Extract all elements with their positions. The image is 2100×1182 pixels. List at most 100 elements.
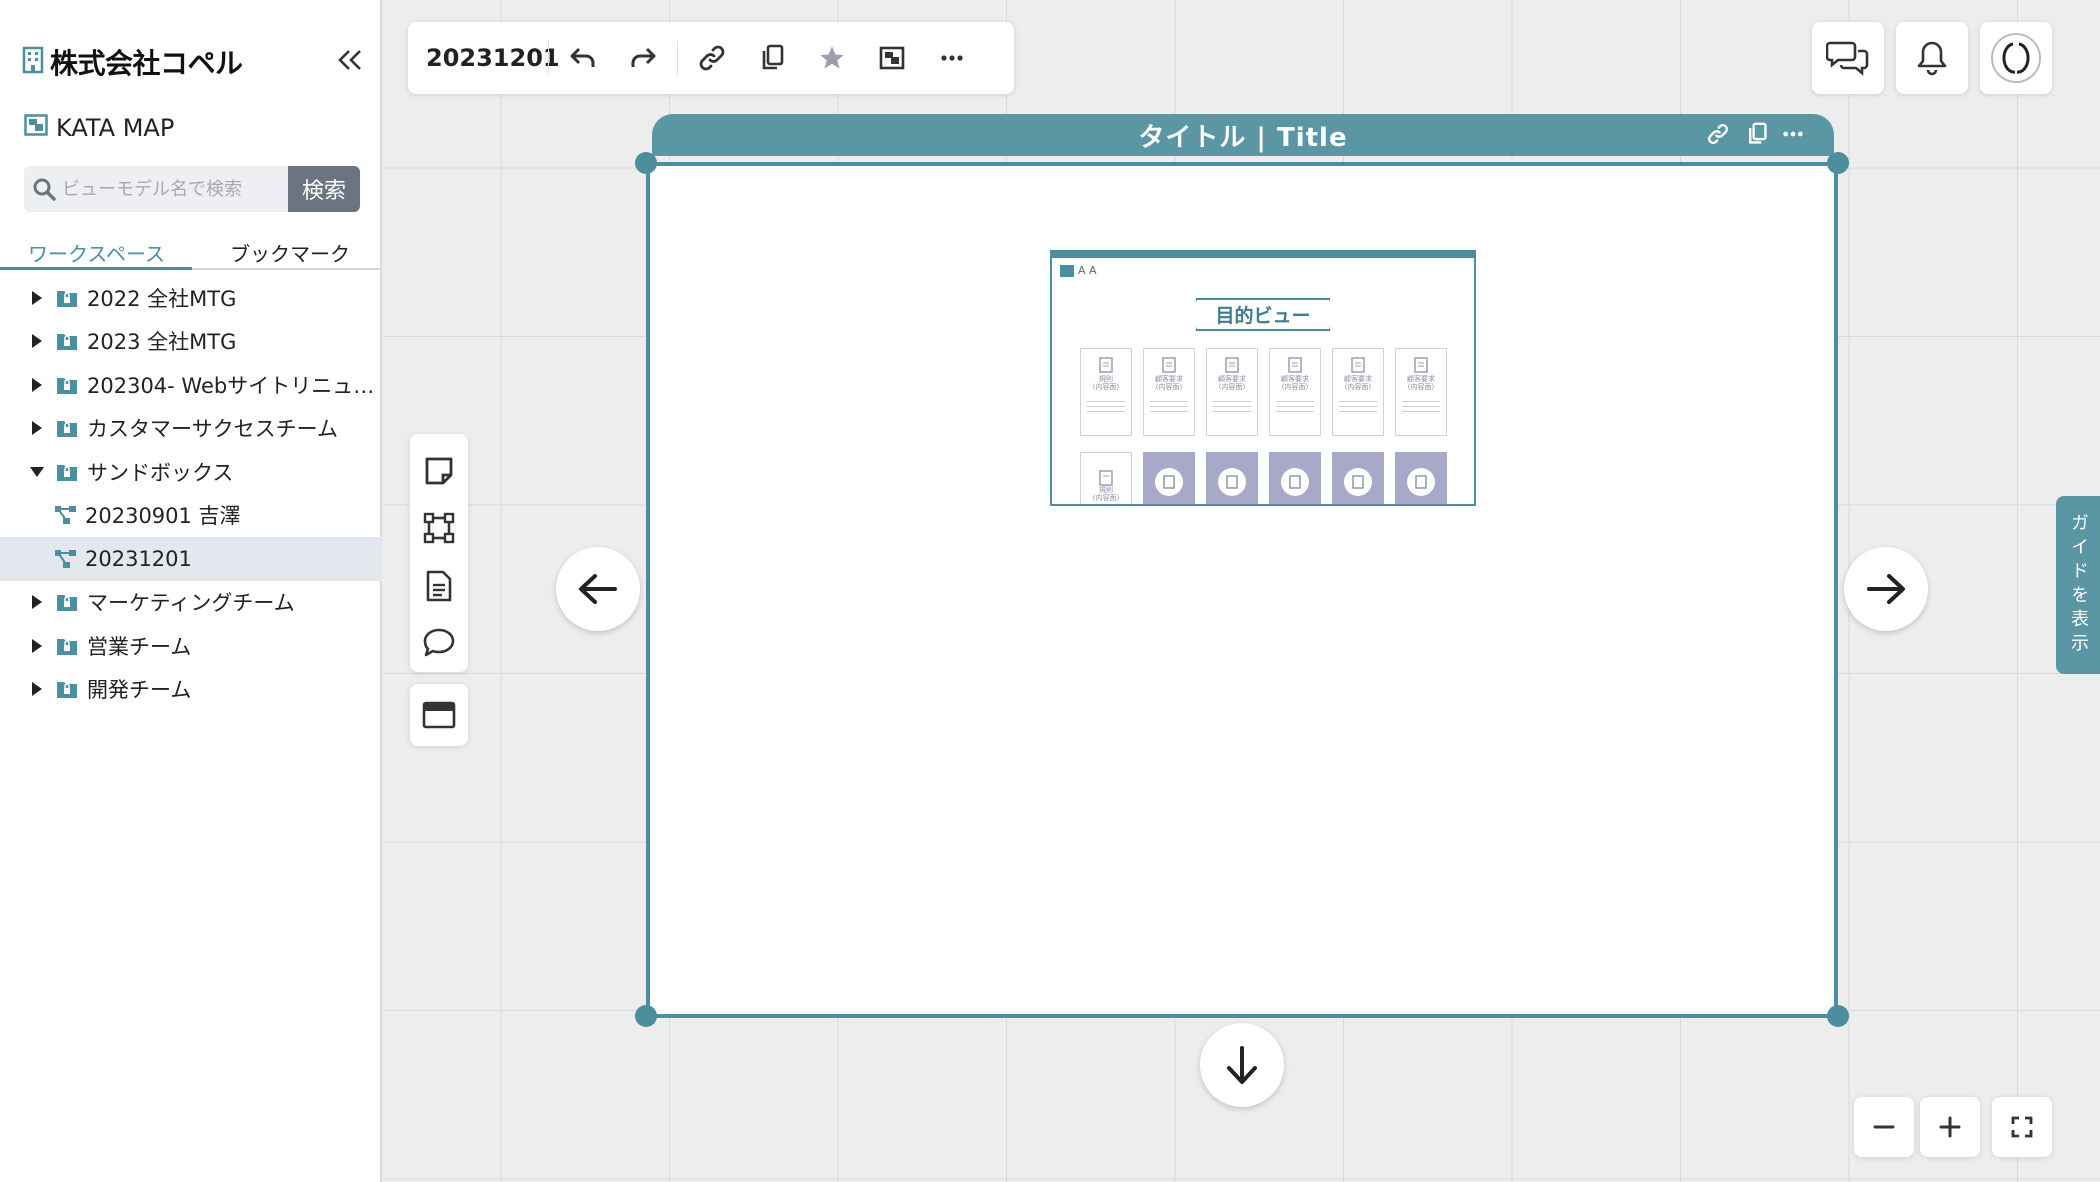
thumbnail-card: 規則 (内容面) [1080,452,1132,504]
workspace-tree: 2022 全社MTG 2023 全社MTG 202304- Webサイトリニュ…… [0,276,382,711]
navigate-right-button[interactable] [1844,547,1928,631]
tree-item-label: 202304- Webサイトリニュ… [87,373,375,398]
user-avatar-button[interactable] [1980,22,2052,94]
zoom-out-button[interactable] [1854,1097,1914,1157]
tree-folder[interactable]: 開発チーム [0,668,382,712]
top-toolbar: 20231201 [408,22,1014,94]
link-button[interactable] [682,28,742,88]
avatar [1991,33,2041,83]
document-tool[interactable] [414,557,464,615]
search-input[interactable] [62,178,282,200]
caret-right-icon[interactable] [28,377,46,393]
thumbnail-tool-label: A A [1078,264,1097,277]
navigate-down-button[interactable] [1200,1023,1284,1107]
card-lines [1087,397,1125,412]
navigate-left-button[interactable] [556,547,640,631]
comments-button[interactable] [1812,22,1884,94]
image-export-button[interactable] [862,28,922,88]
more-options-button[interactable] [922,28,982,88]
resize-handle-bottom-right[interactable] [1827,1005,1849,1027]
resize-handle-top-left[interactable] [635,152,657,174]
locked-folder-icon [56,418,78,438]
notifications-button[interactable] [1896,22,1968,94]
thumbnail-card-label: 顧客要求 (内容面) [1155,375,1183,392]
undo-button[interactable] [553,28,613,88]
kata-map-link[interactable]: KATA MAP [24,114,174,142]
tree-folder[interactable]: マーケティングチーム [0,581,382,625]
zoom-in-button[interactable] [1920,1097,1980,1157]
tree-item-label: 20230901 吉澤 [85,504,241,529]
redo-button[interactable] [613,28,673,88]
copy-button[interactable] [742,28,802,88]
frame-title[interactable]: タイトル | Title [1138,117,1347,154]
thumbnail-card: 規則 (内容面) [1080,348,1132,436]
view-thumbnail[interactable]: A A 目的ビュー 規則 (内容面) 顧客要求 (内容面) 顧客要求 (内容面)… [1050,250,1476,506]
plus-icon [1939,1116,1961,1138]
document-icon [1162,357,1176,373]
tree-folder[interactable]: 202304- Webサイトリニュ… [0,363,382,407]
card-lines [1339,397,1377,412]
tree-folder[interactable]: 2022 全社MTG [0,276,382,320]
resize-handle-top-right[interactable] [1827,152,1849,174]
search-bar: 検索 [24,166,360,212]
sidebar-tabs: ワークスペース ブックマーク [0,232,382,270]
map-icon [24,114,48,142]
thumbnail-card-filled [1206,452,1258,504]
kata-map-label: KATA MAP [56,114,175,142]
sticky-note-icon [425,457,453,485]
thumbnail-title-wrap: 目的ビュー [1052,298,1474,331]
frame-tool[interactable] [414,500,464,558]
tree-folder[interactable]: 営業チーム [0,624,382,668]
document-circle-icon [1281,468,1309,496]
thumbnail-card-filled [1143,452,1195,504]
thumbnail-card: 顧客要求 (内容面) [1143,348,1195,436]
tree-folder[interactable]: サンドボックス [0,450,382,494]
document-icon [1414,357,1428,373]
document-title[interactable]: 20231201 [426,44,560,72]
fit-to-screen-button[interactable] [1992,1097,2052,1157]
tree-view-item-selected[interactable]: 20231201 [0,537,382,581]
toolbar-divider [548,41,549,75]
caret-right-icon[interactable] [28,594,46,610]
window-tool[interactable] [410,684,468,746]
frame-copy-icon[interactable] [1746,122,1768,146]
thumbnail-card: 顧客要求 (内容面) [1332,348,1384,436]
document-icon [1099,357,1113,373]
card-lines [1402,397,1440,412]
favorite-button[interactable] [802,28,862,88]
comment-tool[interactable] [414,615,464,673]
redo-icon [631,47,656,67]
sticky-note-tool[interactable] [414,442,464,500]
more-icon [941,55,963,61]
image-icon [879,46,905,70]
locked-folder-icon [56,636,78,656]
caret-right-icon[interactable] [28,420,46,436]
frame-header[interactable]: タイトル | Title [652,114,1834,156]
caret-right-icon[interactable] [28,638,46,654]
document-circle-icon [1344,468,1372,496]
active-tab-indicator [0,267,192,270]
tree-view-item[interactable]: 20230901 吉澤 [0,494,382,538]
search-button[interactable]: 検索 [288,166,360,212]
tree-item-label: 開発チーム [87,678,192,703]
collapse-sidebar-button[interactable] [330,40,370,80]
document-circle-icon [1407,468,1435,496]
show-guide-tab[interactable]: ガイドを表示 [2056,496,2100,674]
tree-folder[interactable]: カスタマーサクセスチーム [0,407,382,451]
tree-folder[interactable]: 2023 全社MTG [0,320,382,364]
tree-item-label: 2022 全社MTG [87,286,237,311]
document-icon [1099,469,1113,486]
tree-item-label: 2023 全社MTG [87,330,237,355]
frame-more-icon[interactable] [1782,122,1804,146]
tab-bookmark[interactable]: ブックマーク [230,238,350,275]
caret-right-icon[interactable] [28,333,46,349]
resize-handle-bottom-left[interactable] [635,1005,657,1027]
caret-right-icon[interactable] [28,290,46,306]
frame-link-icon[interactable] [1704,122,1732,146]
chat-bubbles-icon [1826,41,1869,76]
caret-right-icon[interactable] [28,681,46,697]
caret-down-icon[interactable] [28,466,46,478]
building-icon [22,46,44,78]
thumbnail-card-row: 規則 (内容面) 顧客要求 (内容面) 顧客要求 (内容面) 顧客要求 (内容面… [1080,348,1447,436]
locked-folder-icon [56,331,78,351]
